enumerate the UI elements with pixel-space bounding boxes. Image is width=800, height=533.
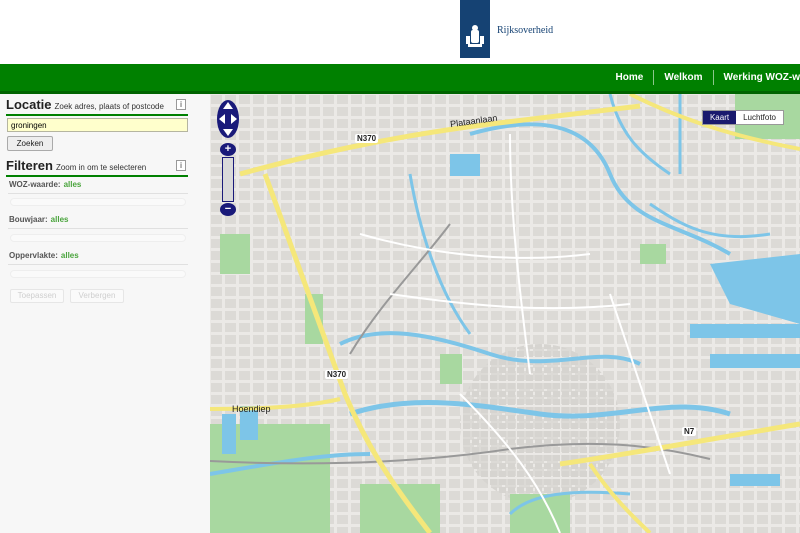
map-canvas — [210, 94, 800, 533]
zoom-out-button[interactable]: − — [220, 203, 236, 216]
street-label-hoendiep: Hoendiep — [232, 404, 271, 414]
filter-slider-disabled — [10, 270, 186, 278]
site-header: Rijksoverheid — [0, 0, 800, 64]
road-label-n7: N7 — [682, 427, 697, 436]
filteren-info-icon[interactable]: i — [176, 160, 186, 171]
nav-werking-woz[interactable]: Werking WOZ-w — [714, 70, 800, 85]
filter-oppervlakte[interactable]: Oppervlakte: alles — [9, 251, 79, 260]
zoom-control: + − — [220, 143, 236, 217]
filter-label: Oppervlakte: — [9, 251, 58, 260]
map-view[interactable]: N370 Plataanlaan N370 Hoendiep N7 + − Ka… — [210, 94, 800, 533]
filteren-header: Filteren Zoom in om te selecteren i — [6, 157, 188, 177]
filter-label: Bouwjaar: — [9, 215, 48, 224]
hide-button[interactable]: Verbergen — [70, 289, 124, 303]
divider — [8, 228, 188, 229]
road-label-n370-north: N370 — [355, 134, 379, 143]
locatie-header: Locatie Zoek adres, plaats of postcode i — [6, 96, 188, 116]
locatie-info-icon[interactable]: i — [176, 99, 186, 110]
toggle-kaart[interactable]: Kaart — [702, 111, 737, 124]
location-search-input[interactable] — [7, 118, 188, 132]
search-button[interactable]: Zoeken — [7, 136, 53, 151]
search-filter-panel: Locatie Zoek adres, plaats of postcode i … — [0, 94, 210, 533]
rijksoverheid-logo[interactable] — [460, 0, 490, 58]
zoom-in-button[interactable]: + — [220, 143, 236, 156]
nav-home[interactable]: Home — [606, 70, 655, 85]
filteren-title: Filteren — [6, 158, 53, 173]
filter-woz-waarde[interactable]: WOZ-waarde: alles — [9, 180, 81, 189]
nav-welkom[interactable]: Welkom — [654, 70, 714, 85]
locatie-subtitle: Zoek adres, plaats of postcode — [54, 102, 164, 111]
filter-value: alles — [60, 251, 79, 260]
divider — [8, 193, 188, 194]
apply-button[interactable]: Toepassen — [10, 289, 64, 303]
road-label-n370-south: N370 — [325, 370, 349, 379]
toggle-luchtfoto[interactable]: Luchtfoto — [736, 111, 783, 124]
divider — [8, 264, 188, 265]
filter-label: WOZ-waarde: — [9, 180, 61, 189]
map-type-toggle: Kaart Luchtfoto — [701, 110, 784, 125]
filter-value: alles — [63, 180, 82, 189]
locatie-title: Locatie — [6, 97, 52, 112]
logo-text: Rijksoverheid — [497, 25, 554, 36]
zoom-slider[interactable] — [222, 157, 234, 202]
main-navigation: Home Welkom Werking WOZ-w — [0, 64, 800, 94]
filter-value: alles — [50, 215, 69, 224]
filter-bouwjaar[interactable]: Bouwjaar: alles — [9, 215, 68, 224]
city-centre-blocks — [460, 344, 620, 504]
filteren-subtitle: Zoom in om te selecteren — [55, 163, 147, 172]
filter-slider-disabled — [10, 198, 186, 206]
filter-slider-disabled — [10, 234, 186, 242]
pan-control[interactable] — [216, 99, 240, 139]
